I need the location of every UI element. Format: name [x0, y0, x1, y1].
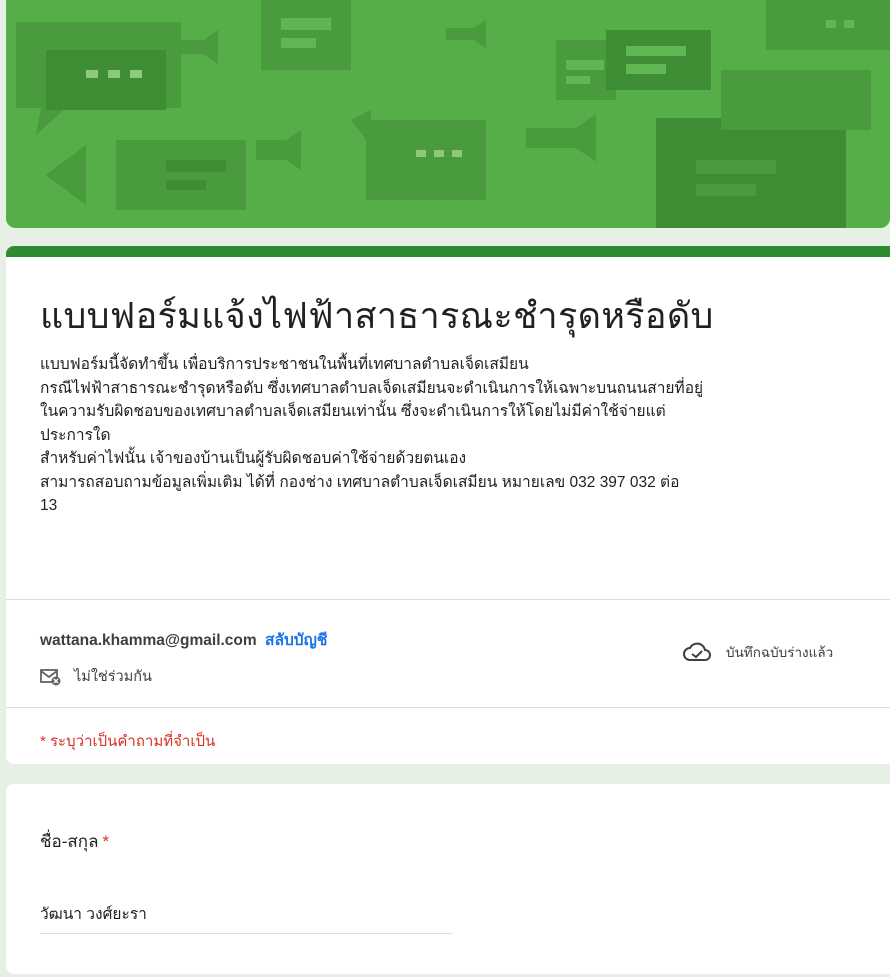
divider [6, 599, 890, 600]
account-email: wattana.khamma@gmail.com [40, 632, 257, 649]
description-line: ในความรับผิดชอบของเทศบาลตำบลเจ็ดเสมียนเท… [40, 403, 666, 420]
description-line: แบบฟอร์มนี้จัดทำขึ้น เพื่อบริการประชาชนใ… [40, 356, 529, 373]
banner-pattern [6, 0, 890, 228]
divider [6, 707, 890, 708]
required-note: * ระบุว่าเป็นคำถามที่จำเป็น [40, 733, 216, 750]
question-card: ชื่อ-สกุล * วัฒนา วงศ์ยะรา [6, 784, 890, 974]
question-label: ชื่อ-สกุล * [40, 828, 109, 855]
description-line: ประการใด [40, 426, 111, 444]
draft-saved-label: บันทึกฉบับร่างแล้ว [726, 645, 834, 660]
form-header-banner [6, 0, 890, 228]
form-description: แบบฟอร์มนี้จัดทำขึ้น เพื่อบริการประชาชนใ… [40, 353, 880, 518]
description-line: สำหรับค่าไฟนั้น เจ้าของบ้านเป็นผู้รับผิด… [40, 450, 467, 467]
description-line: สามารถสอบถามข้อมูลเพิ่มเติม ได้ที่ กองช่… [40, 473, 680, 491]
form-header-card: แบบฟอร์มแจ้งไฟฟ้าสาธารณะชำรุดหรือดับ แบบ… [6, 246, 890, 764]
mail-off-icon [40, 668, 61, 685]
switch-account-link[interactable]: สลับบัญชี [265, 632, 327, 649]
draft-saved-status: บันทึกฉบับร่างแล้ว [682, 641, 833, 663]
description-line: กรณีไฟฟ้าสาธารณะชำรุดหรือดับ ซึ่งเทศบาลต… [40, 379, 704, 397]
name-answer-input[interactable]: วัฒนา วงศ์ยะรา [40, 901, 452, 934]
cloud-check-icon [683, 642, 711, 661]
description-line: 13 [40, 497, 58, 514]
not-shared-status: ไม่ใช่ร่วมกัน [40, 665, 152, 688]
not-shared-label: ไม่ใช่ร่วมกัน [74, 669, 152, 685]
account-info: wattana.khamma@gmail.com สลับบัญชี [40, 627, 327, 652]
required-asterisk: * [102, 832, 110, 851]
form-title: แบบฟอร์มแจ้งไฟฟ้าสาธารณะชำรุดหรือดับ [40, 295, 714, 336]
question-title: ชื่อ-สกุล [40, 832, 99, 851]
